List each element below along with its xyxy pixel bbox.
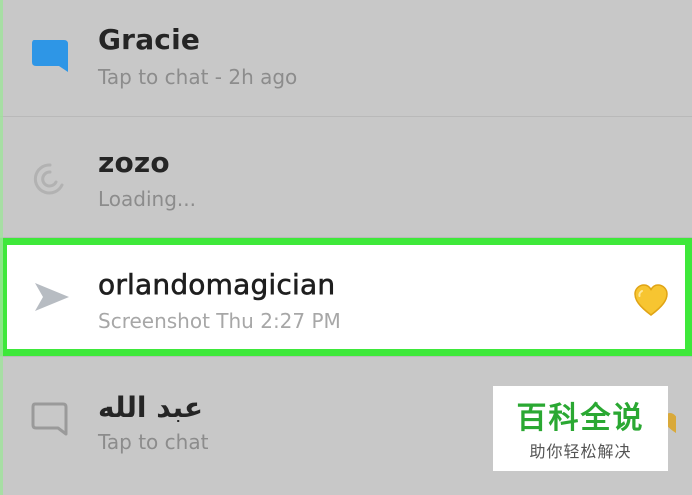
watermark-subtitle: 助你轻松解决 xyxy=(529,442,632,461)
yellow-heart-icon xyxy=(634,284,668,316)
chat-status: Screenshot Thu 2:27 PM xyxy=(98,309,341,333)
chat-row-orlandomagician[interactable]: orlandomagician Screenshot Thu 2:27 PM xyxy=(0,238,692,356)
chat-bubble-icon xyxy=(32,40,68,72)
chat-row-zozo[interactable]: zozo Loading... xyxy=(0,117,692,237)
sent-arrow-icon xyxy=(35,283,69,311)
chat-bubble-outline-icon xyxy=(31,402,68,436)
loading-spinner-icon xyxy=(33,163,64,195)
chat-name: Gracie xyxy=(98,23,201,56)
chat-name: orlandomagician xyxy=(98,268,336,302)
watermark-logo: 百科全说 助你轻松解决 xyxy=(493,386,668,471)
chat-name: عبد الله xyxy=(98,391,203,424)
chat-row-gracie[interactable]: Gracie Tap to chat - 2h ago xyxy=(0,0,692,116)
chat-status: Tap to chat xyxy=(98,430,209,454)
chat-name: zozo xyxy=(98,146,170,179)
chat-status: Loading... xyxy=(98,187,196,211)
left-edge-accent xyxy=(0,0,3,495)
chat-status: Tap to chat - 2h ago xyxy=(98,65,298,89)
chat-list: Gracie Tap to chat - 2h ago zozo Loading… xyxy=(0,0,692,495)
watermark-title: 百科全说 xyxy=(516,401,645,436)
